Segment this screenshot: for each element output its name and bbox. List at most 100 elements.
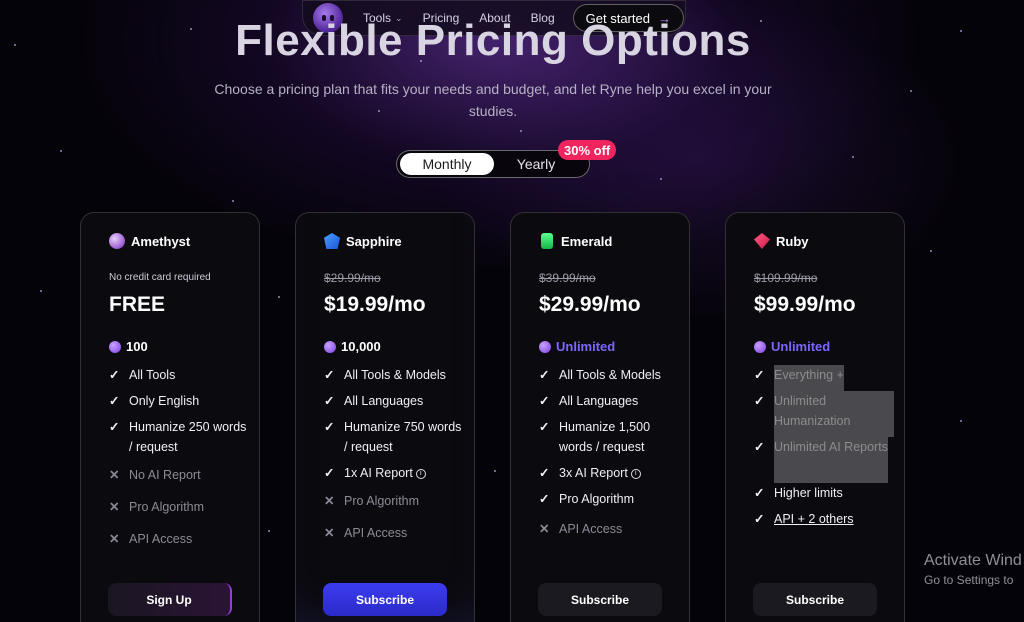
feature-text: All Tools & Models bbox=[344, 368, 446, 382]
x-icon: ✕ bbox=[324, 494, 335, 508]
feature-item: ✓ Everything + bbox=[754, 365, 894, 391]
star bbox=[660, 178, 662, 180]
ruby-gem-icon bbox=[754, 233, 770, 249]
feature-text: 3x AI Report i bbox=[559, 463, 641, 489]
feature-item: ✓ All Tools & Models bbox=[539, 365, 679, 391]
plan-credits: Unlimited bbox=[539, 339, 615, 354]
feature-item: ✕ Pro Algorithm bbox=[109, 497, 249, 529]
star bbox=[910, 90, 912, 92]
subscribe-button[interactable]: Subscribe bbox=[538, 583, 662, 616]
feature-link[interactable]: API + 2 others bbox=[774, 509, 854, 535]
sapphire-gem-icon bbox=[324, 233, 340, 249]
feature-text: Unlimited Humanization bbox=[774, 391, 894, 437]
subscribe-button[interactable]: Subscribe bbox=[753, 583, 877, 616]
plan-credits: 10,000 bbox=[324, 339, 381, 354]
plan-header: Amethyst bbox=[109, 233, 190, 249]
feature-item: ✓ 1x AI Report i bbox=[324, 463, 464, 491]
feature-text: API Access bbox=[344, 526, 408, 540]
credits-value: 100 bbox=[126, 339, 148, 354]
feature-text: Humanize 1,500 words / request bbox=[559, 420, 651, 454]
discount-badge: 30% off bbox=[558, 140, 617, 160]
plan-price: $29.99/mo bbox=[539, 293, 641, 316]
feature-text: API Access bbox=[129, 532, 193, 546]
credits-value: Unlimited bbox=[556, 339, 616, 354]
subscribe-button[interactable]: Subscribe bbox=[323, 583, 447, 616]
feature-text: All Languages bbox=[344, 394, 424, 408]
feature-text: API Access bbox=[559, 522, 623, 536]
feature-text: Higher limits bbox=[774, 486, 843, 500]
check-icon: ✓ bbox=[754, 368, 765, 382]
check-icon: ✓ bbox=[754, 486, 765, 500]
feature-text: Unlimited AI Reports bbox=[774, 437, 888, 483]
star bbox=[520, 130, 522, 132]
sign-up-button[interactable]: Sign Up bbox=[108, 583, 232, 616]
feature-label: 1x AI Report bbox=[344, 466, 413, 480]
plan-price: $99.99/mo bbox=[754, 293, 856, 316]
credit-coin-icon bbox=[109, 340, 121, 353]
feature-item: ✓ All Tools & Models bbox=[324, 365, 464, 391]
page-title: Flexible Pricing Options bbox=[235, 16, 751, 65]
check-icon: ✓ bbox=[539, 492, 550, 506]
emerald-gem-icon bbox=[541, 233, 553, 249]
feature-list: ✓ All Tools & Models ✓ All Languages ✓ H… bbox=[539, 365, 679, 545]
feature-item: ✓ Humanize 250 words / request bbox=[109, 417, 249, 465]
feature-item: ✓ All Languages bbox=[324, 391, 464, 417]
x-icon: ✕ bbox=[109, 468, 120, 482]
feature-item: ✕ Pro Algorithm bbox=[324, 491, 464, 523]
feature-text: Humanize 750 words / request bbox=[344, 420, 462, 454]
feature-text: No AI Report bbox=[129, 468, 201, 482]
credit-coin-icon bbox=[324, 340, 336, 353]
plan-note: No credit card required bbox=[109, 272, 211, 283]
info-icon[interactable]: i bbox=[415, 468, 426, 479]
star bbox=[278, 296, 280, 298]
check-icon: ✓ bbox=[324, 466, 335, 480]
feature-item: ✓ 3x AI Report i bbox=[539, 463, 679, 489]
plan-credits: Unlimited bbox=[754, 339, 830, 354]
info-icon[interactable]: i bbox=[630, 468, 641, 479]
check-icon: ✓ bbox=[109, 394, 120, 408]
feature-text: Everything + bbox=[774, 365, 844, 391]
feature-list: ✓ All Tools & Models ✓ All Languages ✓ H… bbox=[324, 365, 464, 549]
check-icon: ✓ bbox=[109, 420, 120, 434]
feature-text: Pro Algorithm bbox=[559, 492, 635, 506]
feature-item: ✓ All Tools bbox=[109, 365, 249, 391]
feature-text: Only English bbox=[129, 394, 200, 408]
feature-text: All Tools bbox=[129, 368, 176, 382]
star bbox=[268, 530, 270, 532]
credits-value: Unlimited bbox=[771, 339, 831, 354]
plan-card-emerald: Emerald $39.99/mo $29.99/mo Unlimited ✓ … bbox=[510, 212, 690, 622]
x-icon: ✕ bbox=[109, 532, 120, 546]
feature-item: ✓ Unlimited AI Reports bbox=[754, 437, 894, 483]
plan-name: Amethyst bbox=[131, 233, 191, 249]
credits-value: 10,000 bbox=[341, 339, 381, 354]
plan-price: $19.99/mo bbox=[324, 293, 426, 316]
star bbox=[40, 290, 42, 292]
feature-label: 3x AI Report bbox=[559, 466, 628, 480]
feature-text: All Languages bbox=[559, 394, 639, 408]
check-icon: ✓ bbox=[539, 368, 550, 382]
check-icon: ✓ bbox=[754, 512, 765, 526]
feature-item[interactable]: ✓ API + 2 others bbox=[754, 509, 894, 535]
credit-coin-icon bbox=[539, 340, 551, 353]
plan-header: Emerald bbox=[539, 233, 612, 249]
check-icon: ✓ bbox=[539, 466, 550, 480]
toggle-monthly[interactable]: Monthly bbox=[400, 153, 494, 175]
old-price: $29.99/mo bbox=[324, 271, 381, 285]
old-price: $109.99/mo bbox=[754, 271, 818, 285]
x-icon: ✕ bbox=[324, 526, 335, 540]
star bbox=[960, 420, 962, 422]
feature-item: ✓ Humanize 1,500 words / request bbox=[539, 417, 679, 463]
feature-list: ✓ All Tools ✓ Only English ✓ Humanize 25… bbox=[109, 365, 249, 555]
check-icon: ✓ bbox=[109, 368, 120, 382]
watermark-line-1: Activate Wind bbox=[924, 552, 1022, 569]
credit-coin-icon bbox=[754, 340, 766, 353]
page-subtitle: Choose a pricing plan that fits your nee… bbox=[214, 81, 772, 119]
check-icon: ✓ bbox=[754, 440, 765, 454]
feature-item: ✓ Humanize 750 words / request bbox=[324, 417, 464, 463]
check-icon: ✓ bbox=[754, 394, 765, 408]
star bbox=[494, 470, 496, 472]
feature-item: ✕ No AI Report bbox=[109, 465, 249, 497]
check-icon: ✓ bbox=[539, 420, 550, 434]
feature-list: ✓ Everything + ✓ Unlimited Humanization … bbox=[754, 365, 894, 535]
plan-header: Sapphire bbox=[324, 233, 402, 249]
